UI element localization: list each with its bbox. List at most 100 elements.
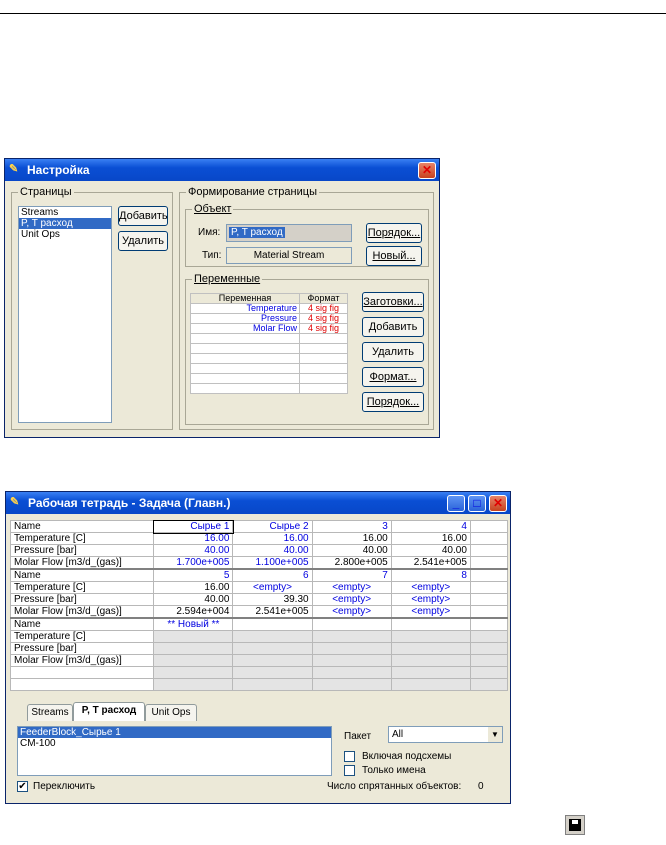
- empty-cell: [390, 666, 471, 679]
- cell-value[interactable]: 1.700e+005: [153, 556, 234, 570]
- empty-cell: [153, 666, 234, 679]
- format-button[interactable]: Формат...: [362, 367, 424, 387]
- new-stream-cell[interactable]: ** Новый **: [153, 617, 234, 631]
- empty-cell: [390, 642, 471, 655]
- empty-cell: [311, 642, 392, 655]
- close-icon[interactable]: ✕: [418, 162, 436, 179]
- var-name[interactable]: Pressure: [190, 313, 300, 324]
- cell-value[interactable]: 40.00: [311, 544, 392, 557]
- empty-cell: [469, 520, 509, 533]
- stream-name[interactable]: 5: [153, 568, 234, 582]
- delete-page-button[interactable]: Удалить: [118, 231, 168, 251]
- stream-name[interactable]: Сырье 1: [152, 519, 234, 534]
- cell-value[interactable]: 16.00: [153, 581, 234, 594]
- cell-value[interactable]: <empty>: [390, 593, 471, 606]
- minimize-icon[interactable]: _: [447, 495, 465, 512]
- pages-list[interactable]: Streams P, T расход Unit Ops: [18, 206, 112, 423]
- cell-value[interactable]: 1.100e+005: [232, 556, 313, 570]
- stream-name[interactable]: 4: [390, 520, 471, 533]
- stream-name[interactable]: 7: [311, 568, 392, 582]
- add-variable-button[interactable]: Добавить: [362, 317, 424, 337]
- delete-variable-button[interactable]: Удалить: [362, 342, 424, 362]
- workbook-grid[interactable]: Name Сырье 1 Сырье 2 3 4 Temperature [C]…: [9, 519, 509, 691]
- tab-pt[interactable]: P, T расход: [73, 702, 145, 721]
- cell-value[interactable]: <empty>: [390, 581, 471, 594]
- row-label: Temperature [C]: [9, 532, 155, 545]
- setup-titlebar[interactable]: ✎ Настройка ✕: [5, 159, 439, 181]
- tab-streams[interactable]: Streams: [27, 704, 73, 721]
- object-item[interactable]: FeederBlock_Сырье 1: [18, 727, 331, 738]
- cell-value[interactable]: 16.00: [390, 532, 471, 545]
- empty-cell: [311, 678, 392, 691]
- var-name[interactable]: Temperature: [190, 303, 300, 314]
- stream-name[interactable]: 3: [311, 520, 392, 533]
- save-icon[interactable]: [565, 815, 585, 835]
- cell-value[interactable]: 40.00: [390, 544, 471, 557]
- maximize-icon[interactable]: □: [468, 495, 486, 512]
- variables-table[interactable]: Переменная Формат Temperature 4 sig fig P…: [190, 293, 348, 394]
- cell-value[interactable]: <empty>: [390, 605, 471, 619]
- hidden-objects-label: Число спрятанных объектов:: [327, 781, 462, 792]
- cell-value[interactable]: <empty>: [232, 581, 313, 594]
- empty-cell: [153, 642, 234, 655]
- cell-value[interactable]: 40.00: [232, 544, 313, 557]
- add-page-button[interactable]: Добавить: [118, 206, 168, 226]
- cell-value[interactable]: 40.00: [153, 544, 234, 557]
- row-label: Pressure [bar]: [9, 544, 155, 557]
- cell-value[interactable]: 2.541e+005: [232, 605, 313, 619]
- empty-cell: [9, 666, 155, 679]
- app-icon: ✎: [10, 496, 20, 508]
- presets-button[interactable]: Заготовки...: [362, 292, 424, 312]
- var-format[interactable]: 4 sig fig: [299, 303, 348, 314]
- cell-value[interactable]: 2.800e+005: [311, 556, 392, 570]
- var-format[interactable]: 4 sig fig: [299, 323, 348, 334]
- var-name[interactable]: Molar Flow: [190, 323, 300, 334]
- cell-value[interactable]: 16.00: [232, 532, 313, 545]
- new-button[interactable]: Новый...: [366, 246, 422, 266]
- workbook-titlebar[interactable]: ✎ Рабочая тетрадь - Задача (Главн.) _ □ …: [6, 492, 510, 514]
- empty-cell: [469, 581, 509, 594]
- order-button[interactable]: Порядок...: [366, 223, 422, 243]
- stream-name[interactable]: Сырье 2: [232, 520, 313, 533]
- cell-value[interactable]: 16.00: [311, 532, 392, 545]
- variables-group-label: Переменные: [192, 273, 263, 285]
- cell-value[interactable]: <empty>: [311, 605, 392, 619]
- cell-value[interactable]: <empty>: [311, 581, 392, 594]
- stream-name[interactable]: 6: [232, 568, 313, 582]
- empty-cell: [469, 532, 509, 545]
- page-item-unitops[interactable]: Unit Ops: [19, 229, 111, 240]
- row-label: Name: [9, 617, 155, 631]
- workbook-title: Рабочая тетрадь - Задача (Главн.): [28, 496, 231, 510]
- empty-cell: [190, 373, 300, 384]
- toggle-label: Переключить: [33, 781, 96, 792]
- empty-cell: [390, 617, 471, 631]
- cell-value[interactable]: 39.30: [232, 593, 313, 606]
- objects-list[interactable]: FeederBlock_Сырье 1 CM-100: [17, 726, 332, 776]
- page-item-pt[interactable]: P, T расход: [19, 218, 111, 229]
- cell-value[interactable]: 2.594e+004: [153, 605, 234, 619]
- stream-name[interactable]: 8: [390, 568, 471, 582]
- packet-select[interactable]: All ▼: [388, 726, 503, 743]
- object-group: Объект Имя: P, T расход Порядок... Тип: …: [185, 203, 429, 267]
- include-subflowsheets-checkbox[interactable]: [344, 751, 355, 762]
- cell-value[interactable]: 40.00: [153, 593, 234, 606]
- empty-cell: [469, 544, 509, 557]
- cell-value[interactable]: 2.541e+005: [390, 556, 471, 570]
- cell-value[interactable]: <empty>: [311, 593, 392, 606]
- page-item-streams[interactable]: Streams: [19, 207, 111, 218]
- close-icon[interactable]: ✕: [489, 495, 507, 512]
- object-item[interactable]: CM-100: [18, 738, 331, 749]
- pages-group: Страницы Streams P, T расход Unit Ops До…: [11, 186, 173, 430]
- var-col-header: Переменная: [190, 293, 300, 304]
- packet-label: Пакет: [344, 731, 372, 742]
- tab-unitops[interactable]: Unit Ops: [145, 704, 197, 721]
- empty-cell: [311, 666, 392, 679]
- chevron-down-icon[interactable]: ▼: [488, 727, 502, 742]
- toggle-checkbox[interactable]: ✔: [17, 781, 28, 792]
- names-only-checkbox[interactable]: [344, 765, 355, 776]
- name-field[interactable]: P, T расход: [226, 224, 352, 242]
- cell-value[interactable]: 16.00: [153, 532, 234, 545]
- var-format[interactable]: 4 sig fig: [299, 313, 348, 324]
- order-variables-button[interactable]: Порядок...: [362, 392, 424, 412]
- empty-cell: [190, 343, 300, 354]
